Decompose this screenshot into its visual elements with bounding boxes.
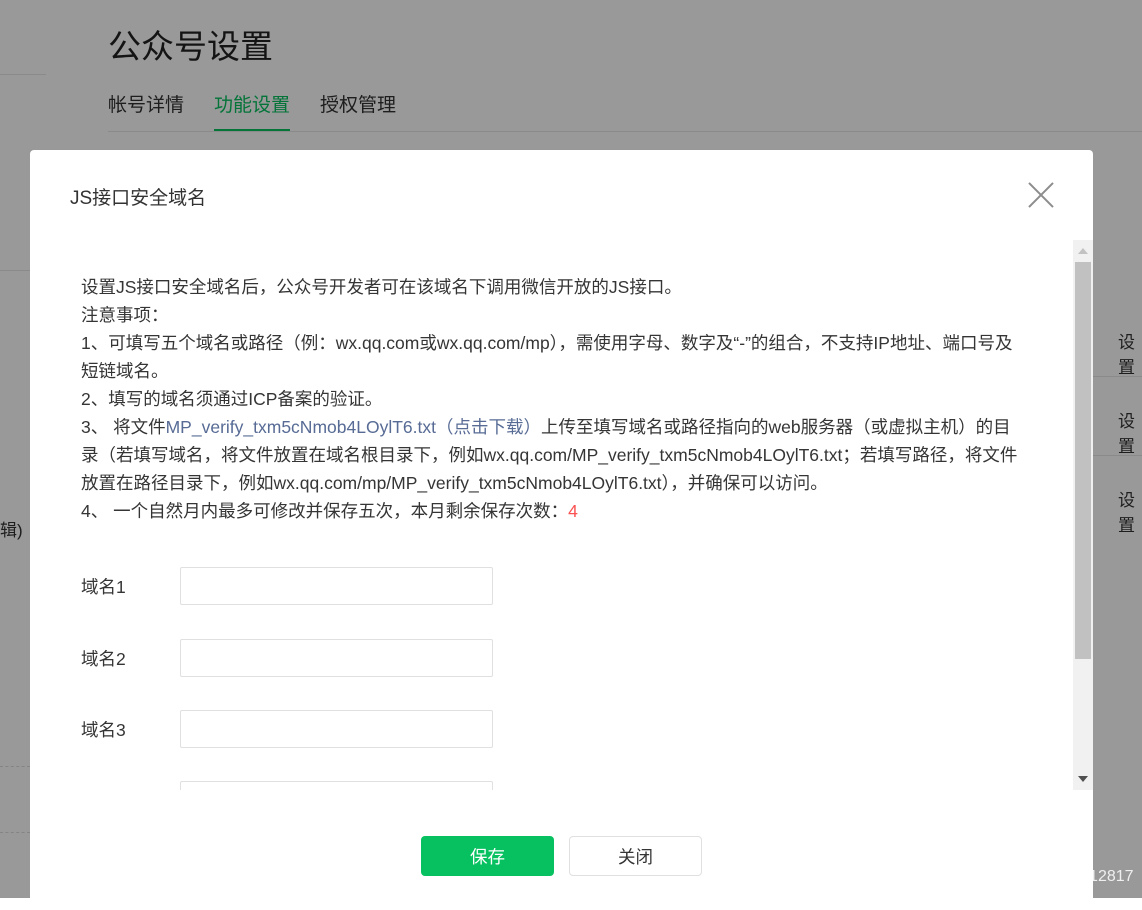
- js-domain-dialog: JS接口安全域名 设置JS接口安全域名后，公众号开发者可在该域名下调用微信开放的…: [30, 150, 1093, 910]
- domain-row-3: 域名3: [81, 710, 493, 748]
- watermark: https://blog.csdn.net/qq_42412817: [888, 868, 1134, 885]
- note-3-prefix: 3、 将文件: [81, 417, 166, 437]
- note-4-prefix: 4、 一个自然月内最多可修改并保存五次，本月剩余保存次数：: [81, 501, 569, 521]
- scroll-thumb[interactable]: [1075, 262, 1091, 659]
- domain-label-2: 域名2: [81, 648, 126, 669]
- domain-input-3[interactable]: [180, 710, 493, 748]
- note-1: 1、可填写五个域名或路径（例：wx.qq.com或wx.qq.com/mp），需…: [81, 333, 1013, 381]
- download-file-link[interactable]: MP_verify_txm5cNmob4LOylT6.txt（点击下载）: [166, 417, 541, 437]
- close-icon[interactable]: [1027, 181, 1055, 209]
- domain-input-4[interactable]: [180, 781, 493, 790]
- note-2: 2、填写的域名须通过ICP备案的验证。: [81, 389, 383, 409]
- save-button[interactable]: 保存: [421, 836, 554, 876]
- domain-label-1: 域名1: [81, 576, 126, 597]
- close-button[interactable]: 关闭: [569, 836, 702, 876]
- dialog-body: 设置JS接口安全域名后，公众号开发者可在该域名下调用微信开放的JS接口。 注意事…: [30, 240, 1073, 790]
- domain-row-4: [81, 781, 493, 790]
- instructions: 设置JS接口安全域名后，公众号开发者可在该域名下调用微信开放的JS接口。 注意事…: [81, 273, 1021, 525]
- domain-row-2: 域名2: [81, 639, 493, 677]
- domain-row-1: 域名1: [81, 567, 493, 605]
- dialog-scrollbar[interactable]: [1073, 240, 1093, 790]
- note-4: 4、 一个自然月内最多可修改并保存五次，本月剩余保存次数：4: [81, 497, 1021, 525]
- scroll-down-arrow-icon[interactable]: [1078, 776, 1088, 782]
- domain-label-3: 域名3: [81, 719, 126, 740]
- notes-heading: 注意事项：: [81, 305, 169, 325]
- domain-input-1[interactable]: [180, 567, 493, 605]
- remaining-count: 4: [568, 501, 578, 521]
- scroll-up-arrow-icon[interactable]: [1078, 248, 1088, 254]
- domain-input-2[interactable]: [180, 639, 493, 677]
- dialog-title: JS接口安全域名: [70, 188, 207, 209]
- intro-text: 设置JS接口安全域名后，公众号开发者可在该域名下调用微信开放的JS接口。: [81, 277, 682, 297]
- note-3: 3、 将文件MP_verify_txm5cNmob4LOylT6.txt（点击下…: [81, 413, 1021, 497]
